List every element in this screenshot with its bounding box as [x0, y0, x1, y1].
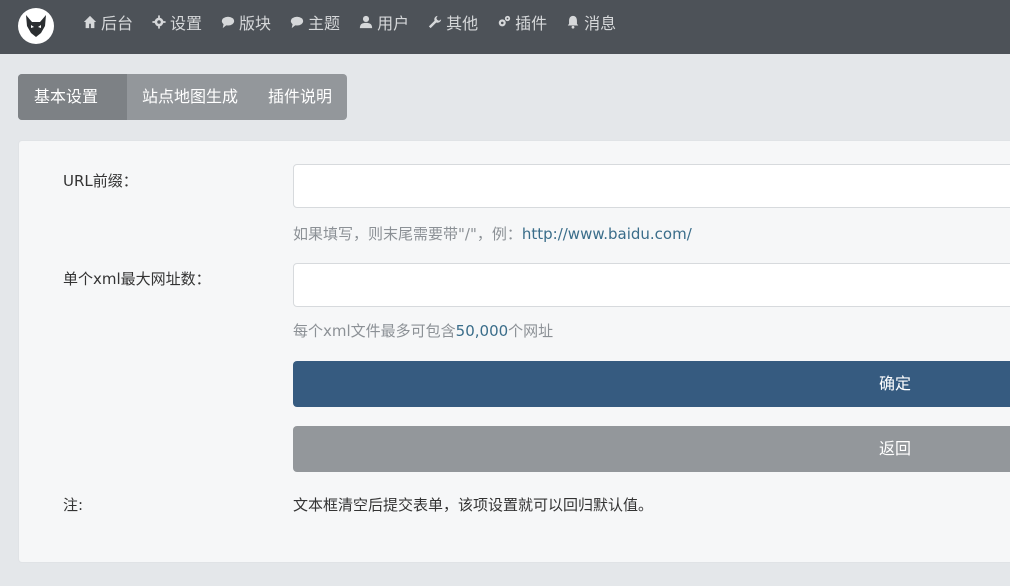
nav-item-label: 版块: [239, 14, 272, 33]
tab-basic-settings[interactable]: 基本设置: [18, 74, 127, 120]
nav-menu: 后台 设置 版块 主题 用户 其他 插件 消息: [82, 0, 634, 44]
nav-item-label: 主题: [308, 14, 341, 33]
wrench-icon: [427, 14, 443, 30]
cogs-icon: [496, 14, 512, 30]
max-urls-help: 每个xml文件最多可包含50,000个网址: [293, 320, 553, 341]
nav-item-plugins[interactable]: 插件: [496, 10, 547, 34]
nav-item-forums[interactable]: 版块: [220, 10, 271, 34]
gear-icon: [151, 14, 167, 30]
confirm-button[interactable]: 确定: [293, 361, 1010, 407]
nav-item-other[interactable]: 其他: [427, 10, 478, 34]
nav-item-settings[interactable]: 设置: [151, 10, 202, 34]
help-text: 如果填写，则末尾需要带"/"，例：: [293, 225, 522, 243]
url-prefix-help: 如果填写，则末尾需要带"/"，例：http://www.baidu.com/: [293, 223, 692, 244]
settings-panel: URL前缀： 如果填写，则末尾需要带"/"，例：http://www.baidu…: [18, 140, 1010, 563]
nav-item-label: 其他: [446, 14, 479, 33]
nav-item-label: 消息: [584, 14, 617, 33]
help-example-url: http://www.baidu.com/: [521, 225, 692, 243]
note-label: 注:: [63, 496, 84, 514]
comment-icon: [289, 14, 305, 30]
confirm-button-label: 确定: [879, 374, 912, 393]
back-button[interactable]: 返回: [293, 426, 1010, 472]
help-number: 50,000: [455, 322, 509, 340]
help-text: 每个xml文件最多可包含: [293, 322, 456, 340]
url-prefix-label: URL前缀：: [63, 172, 138, 190]
tab-sitemap-generate[interactable]: 站点地图生成: [127, 74, 253, 120]
comment-icon: [220, 14, 236, 30]
site-logo[interactable]: [18, 8, 54, 44]
tab-plugin-info[interactable]: 插件说明: [253, 74, 347, 120]
user-icon: [358, 14, 374, 30]
help-text: 个网址: [508, 322, 554, 340]
bell-icon: [565, 14, 581, 30]
note-text: 文本框清空后提交表单，该项设置就可以回归默认值。: [293, 496, 654, 514]
max-urls-label: 单个xml最大网址数：: [63, 270, 211, 288]
nav-item-label: 后台: [101, 14, 134, 33]
top-navbar: 后台 设置 版块 主题 用户 其他 插件 消息: [0, 0, 1010, 54]
nav-item-messages[interactable]: 消息: [565, 10, 616, 34]
url-prefix-input[interactable]: [293, 164, 1010, 208]
nav-item-label: 插件: [515, 14, 548, 33]
wolf-logo-icon: [26, 15, 46, 37]
nav-item-label: 设置: [170, 14, 203, 33]
settings-tabs: 基本设置 站点地图生成 插件说明: [18, 74, 348, 120]
nav-item-label: 用户: [377, 14, 410, 33]
nav-item-threads[interactable]: 主题: [289, 10, 340, 34]
max-urls-input[interactable]: [293, 263, 1010, 307]
nav-item-dashboard[interactable]: 后台: [82, 10, 133, 34]
nav-item-users[interactable]: 用户: [358, 10, 409, 34]
back-button-label: 返回: [879, 439, 912, 458]
home-icon: [82, 14, 98, 30]
